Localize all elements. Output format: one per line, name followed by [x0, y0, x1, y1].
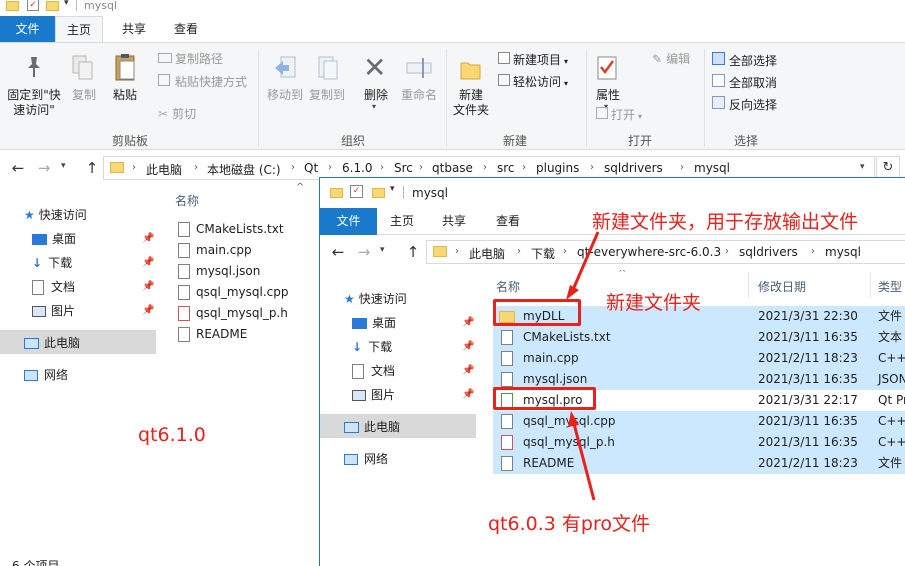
arrow-to-mysql-pro: [571, 419, 596, 501]
arrow-head: [566, 285, 579, 300]
annotation-top: 新建文件夹，用于存放输出文件: [592, 211, 859, 233]
annotation-arrows: [566, 231, 600, 501]
arrow-to-mydll: [570, 231, 600, 293]
annotation-qt603: qt6.0.3 有pro文件: [488, 513, 650, 535]
arrow-head: [568, 411, 579, 427]
annotation-new-folder: 新建文件夹: [606, 292, 702, 314]
